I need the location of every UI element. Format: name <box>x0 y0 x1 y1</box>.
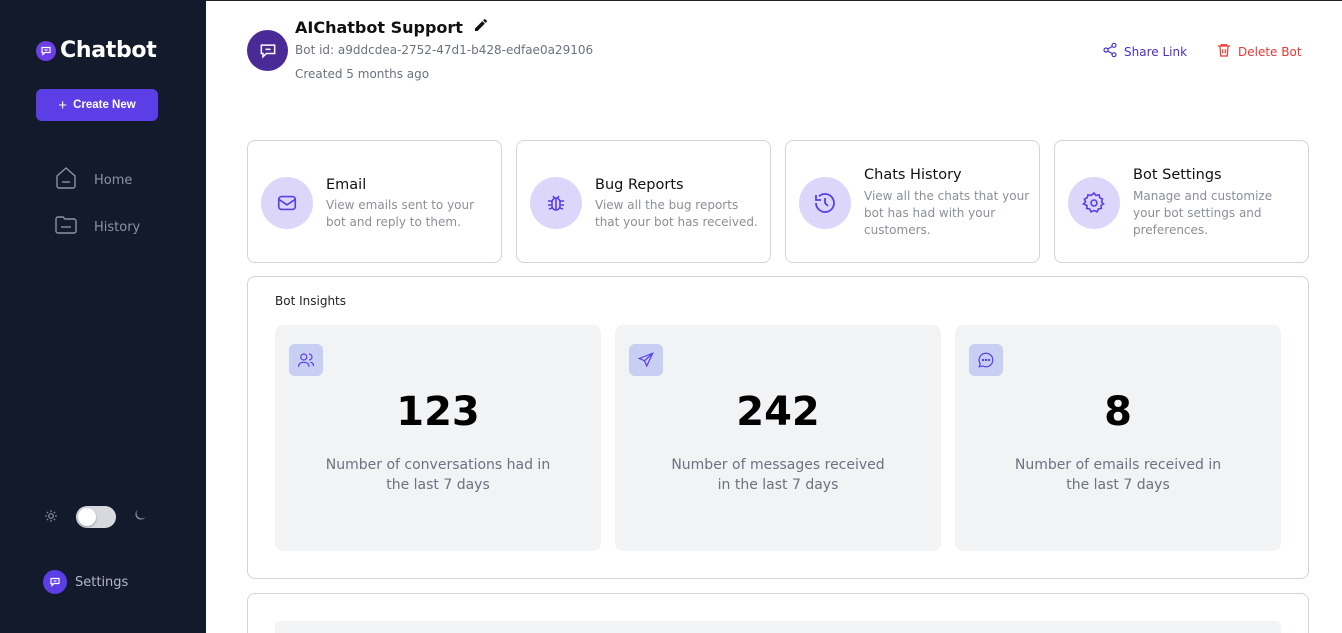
chatbot-logo-icon <box>36 40 56 61</box>
card-title: Bug Reports <box>595 177 684 193</box>
bot-created-time: Created 5 months ago <box>295 67 430 81</box>
stat-label: Number of conversations had in the last … <box>325 457 551 493</box>
stat-label: Number of messages received in the last … <box>671 457 885 493</box>
app-name: Chatbot <box>60 38 157 63</box>
theme-toggle-row <box>44 506 148 528</box>
card-description: Manage and customize your bot settings a… <box>1133 189 1273 237</box>
stat-label: Number of emails received in the last 7 … <box>1014 457 1222 493</box>
sun-icon <box>44 508 58 527</box>
sidebar: Chatbot + Create New Home History Settin… <box>0 0 206 633</box>
next-panel-content <box>275 621 1281 633</box>
history-icon <box>799 177 851 229</box>
stat-value: 123 <box>396 389 480 435</box>
create-new-label: Create New <box>73 99 136 111</box>
card-title: Email <box>326 177 367 193</box>
delete-bot-button[interactable]: Delete Bot <box>1216 42 1302 61</box>
gear-icon <box>1068 177 1120 229</box>
stat-messages: 242 Number of messages received in the l… <box>615 325 941 551</box>
sidebar-item-history[interactable]: History <box>54 213 140 241</box>
create-new-button[interactable]: + Create New <box>36 89 158 121</box>
card-chats-history[interactable]: Chats History View all the chats that yo… <box>785 140 1040 263</box>
plus-icon: + <box>58 96 68 114</box>
toggle-knob <box>78 508 96 526</box>
bot-avatar <box>247 30 288 71</box>
card-title: Chats History <box>864 167 962 183</box>
home-icon <box>54 166 78 194</box>
share-link-button[interactable]: Share Link <box>1102 42 1187 61</box>
bot-insights-panel: Bot Insights 123 Number of conversations… <box>247 276 1309 579</box>
next-panel <box>247 593 1309 633</box>
card-title: Bot Settings <box>1133 167 1222 183</box>
share-icon <box>1102 42 1118 61</box>
send-icon <box>629 344 663 376</box>
card-bot-settings[interactable]: Bot Settings Manage and customize your b… <box>1054 140 1309 263</box>
users-icon <box>289 344 323 376</box>
stat-conversations: 123 Number of conversations had in the l… <box>275 325 601 551</box>
sidebar-item-home[interactable]: Home <box>54 166 132 194</box>
card-email[interactable]: Email View emails sent to your bot and r… <box>247 140 502 263</box>
delete-bot-label: Delete Bot <box>1238 44 1302 59</box>
share-link-label: Share Link <box>1124 44 1188 59</box>
stat-value: 8 <box>1104 389 1132 435</box>
insights-title: Bot Insights <box>275 294 347 308</box>
bug-icon <box>530 177 582 229</box>
bot-id: Bot id: a9ddcdea-2752-47d1-b428-edfae0a2… <box>295 43 594 57</box>
settings-label: Settings <box>75 574 129 590</box>
trash-icon <box>1216 42 1232 61</box>
bot-name: AIChatbot Support <box>295 17 463 37</box>
card-bug-reports[interactable]: Bug Reports View all the bug reports tha… <box>516 140 771 263</box>
sidebar-item-label: History <box>94 219 141 235</box>
edit-pencil-icon[interactable] <box>473 17 489 37</box>
sidebar-item-settings[interactable]: Settings <box>43 570 128 594</box>
theme-toggle[interactable] <box>76 506 116 528</box>
chat-bubble-icon <box>969 344 1003 376</box>
mail-icon <box>261 177 313 229</box>
history-folder-icon <box>54 213 78 241</box>
card-description: View all the chats that your bot has had… <box>864 189 1030 237</box>
top-divider <box>206 0 1342 1</box>
app-logo[interactable]: Chatbot <box>36 38 157 63</box>
card-description: View emails sent to your bot and reply t… <box>326 198 475 229</box>
settings-avatar-icon <box>43 570 67 594</box>
page-title: AIChatbot Support <box>295 17 489 37</box>
stat-value: 242 <box>736 389 820 435</box>
card-description: View all the bug reports that your bot h… <box>595 198 758 229</box>
moon-icon <box>132 507 148 527</box>
sidebar-item-label: Home <box>94 172 133 188</box>
stat-emails: 8 Number of emails received in the last … <box>955 325 1281 551</box>
